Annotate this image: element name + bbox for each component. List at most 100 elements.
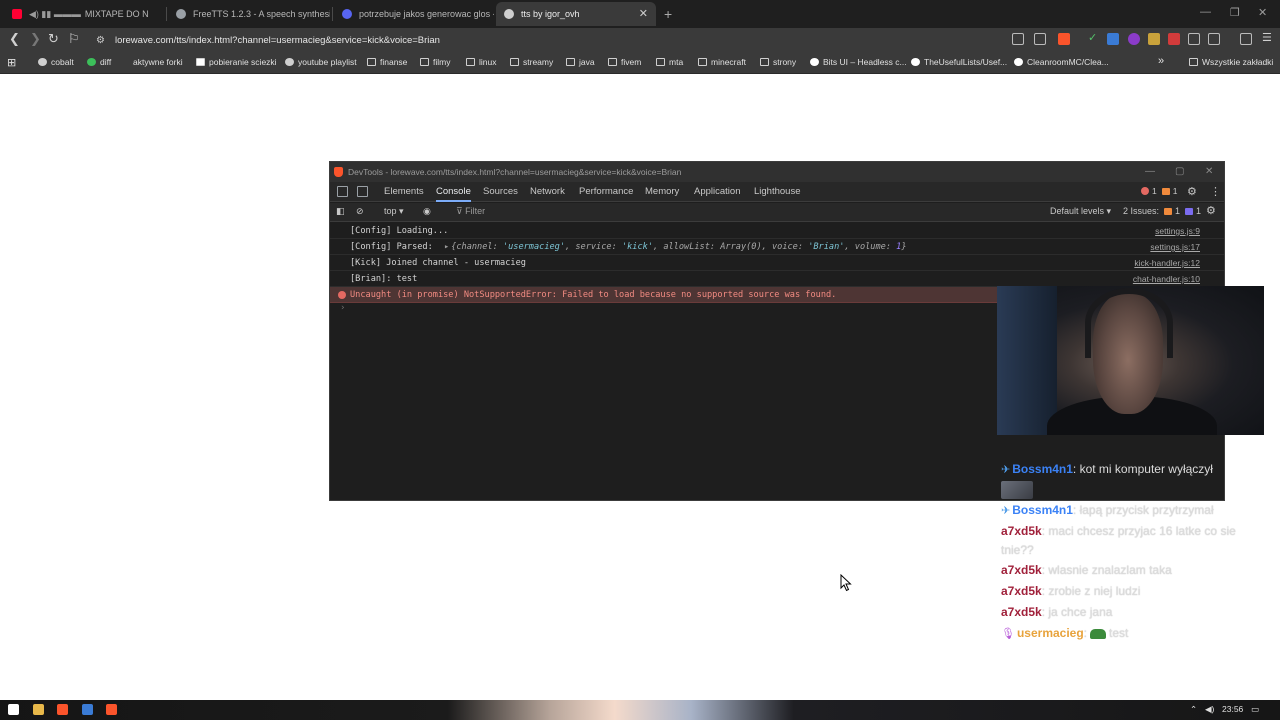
error-warning-counter[interactable]: 1 1 <box>1141 186 1177 196</box>
bookmark-finanse[interactable]: finanse <box>367 57 407 67</box>
clock[interactable]: 23:56 <box>1222 704 1243 714</box>
sidebar-toggle-icon[interactable]: ◧ <box>336 206 345 217</box>
bookmark-mta[interactable]: mta <box>656 57 683 67</box>
minimize-icon[interactable]: — <box>1145 166 1155 177</box>
cobalt-icon <box>38 58 47 66</box>
context-selector[interactable]: top ▾ <box>384 206 404 217</box>
expand-triangle-icon[interactable]: ▸ <box>444 242 449 252</box>
extension-icon[interactable] <box>1148 33 1160 45</box>
brave-shields-icon[interactable] <box>1058 33 1070 45</box>
chat-username: Bossm4n1 <box>1012 503 1073 517</box>
share-icon[interactable] <box>1034 33 1046 45</box>
bookmark-bits-ui[interactable]: Bits UI – Headless c... <box>810 57 907 67</box>
volume-icon[interactable]: ◀) <box>1205 704 1214 715</box>
wallet-icon[interactable] <box>1240 33 1252 45</box>
more-options-icon[interactable]: ⋮ <box>1210 182 1221 202</box>
tab-tts[interactable]: tts by igor_ovh ✕ <box>496 2 656 26</box>
console-settings-icon[interactable]: ⚙ <box>1206 204 1216 217</box>
filter-input[interactable]: ⊽ Filter <box>456 206 485 217</box>
notifications-icon[interactable]: ▭ <box>1251 704 1259 715</box>
tab-memory[interactable]: Memory <box>645 182 679 202</box>
bookmark-diff[interactable]: diff <box>87 57 111 67</box>
more-bookmarks-icon[interactable]: » <box>1158 55 1164 67</box>
start-windows-icon[interactable] <box>8 704 19 715</box>
pin-badge-icon: ✈ <box>1001 505 1011 517</box>
bookmark-youtube-playlist[interactable]: youtube playlist <box>285 57 357 67</box>
chat-message: 🎙 usermacieg: test <box>1001 626 1129 640</box>
brave-browser-icon[interactable] <box>106 704 117 715</box>
close-window-icon[interactable]: ✕ <box>1258 6 1267 19</box>
chat-message: a7xd5k: zrobie z niej ludzi <box>1001 582 1261 601</box>
tab-discord[interactable]: potrzebuje jakos generowac glos - D <box>334 2 494 26</box>
extensions-puzzle-icon[interactable] <box>1188 33 1200 45</box>
brave-browser-icon[interactable] <box>57 704 68 715</box>
tab-title: MIXTAPE DO N <box>84 9 149 19</box>
folder-icon <box>566 58 575 66</box>
bookmark-usefullists[interactable]: TheUsefulLists/Usef... <box>911 57 1007 67</box>
youtube-icon <box>12 9 22 19</box>
extension-icon[interactable] <box>1128 33 1140 45</box>
reload-icon[interactable]: ↻ <box>48 31 59 47</box>
close-tab-icon[interactable]: ✕ <box>639 7 648 20</box>
console-message: [Kick] Joined channel - usermacieg kick-… <box>330 255 1224 271</box>
close-window-icon[interactable]: ✕ <box>1205 166 1213 177</box>
check-extension-icon[interactable]: ✓ <box>1088 31 1100 44</box>
source-link[interactable]: kick-handler.js:12 <box>1134 255 1200 271</box>
back-icon[interactable]: ❮ <box>9 31 20 47</box>
translate-icon[interactable] <box>1012 33 1024 45</box>
bookmark-pobieranie-sciezki[interactable]: pobieranie sciezki <box>196 57 277 67</box>
forward-icon[interactable]: ❯ <box>30 31 41 47</box>
bookmark-streamy[interactable]: streamy <box>510 57 553 67</box>
tab-network[interactable]: Network <box>530 182 565 202</box>
clear-console-icon[interactable]: ⊘ <box>356 206 364 217</box>
bookmark-filmy[interactable]: filmy <box>420 57 450 67</box>
tab-lighthouse[interactable]: Lighthouse <box>754 182 800 202</box>
tab-freetts[interactable]: FreeTTS 1.2.3 - A speech synthesizer <box>168 2 330 26</box>
maximize-icon[interactable]: ❐ <box>1230 6 1240 19</box>
inspect-element-icon[interactable] <box>337 186 348 197</box>
bookmark-icon[interactable]: ⚐ <box>68 31 80 47</box>
bookmark-fivem[interactable]: fivem <box>608 57 641 67</box>
extension-icon[interactable] <box>1168 33 1180 45</box>
app-icon[interactable] <box>82 704 93 715</box>
devtools-titlebar: DevTools - lorewave.com/tts/index.html?c… <box>330 162 1224 182</box>
minimize-icon[interactable]: — <box>1200 6 1211 18</box>
device-toolbar-icon[interactable] <box>357 186 368 197</box>
tab-console[interactable]: Console <box>436 182 471 202</box>
github-icon <box>1014 58 1023 66</box>
tab-application[interactable]: Application <box>694 182 740 202</box>
all-bookmarks-folder[interactable]: Wszystkie zakładki <box>1189 57 1273 67</box>
bookmark-cleanroommc[interactable]: CleanroomMC/Clea... <box>1014 57 1109 67</box>
bookmark-cobalt[interactable]: cobalt <box>38 57 74 67</box>
issues-counter[interactable]: 2 Issues: 1 1 <box>1123 206 1201 216</box>
sidebar-icon[interactable] <box>1208 33 1220 45</box>
file-explorer-icon[interactable] <box>33 704 44 715</box>
maximize-icon[interactable]: ▢ <box>1175 166 1184 177</box>
browser-toolbar: ❮ ❯ ↻ ⚐ ⚙ lorewave.com/tts/index.html?ch… <box>0 28 1280 52</box>
log-levels-dropdown[interactable]: Default levels ▾ <box>1050 206 1111 217</box>
new-tab-icon[interactable]: + <box>664 6 672 22</box>
source-link[interactable]: settings.js:9 <box>1155 223 1200 239</box>
apps-grid-icon[interactable]: ⊞ <box>7 56 16 69</box>
tab-sources[interactable]: Sources <box>483 182 518 202</box>
extension-icon[interactable] <box>1107 33 1119 45</box>
tab-performance[interactable]: Performance <box>579 182 633 202</box>
source-link[interactable]: settings.js:17 <box>1150 239 1200 255</box>
tab-mixtape[interactable]: ◀) ▮▮ ▬▬▬ MIXTAPE DO N <box>4 2 164 26</box>
bookmark-aktywne-forki[interactable]: aktywne forki <box>125 57 183 67</box>
tray-chevron-icon[interactable]: ⌃ <box>1190 704 1197 715</box>
tab-elements[interactable]: Elements <box>384 182 424 202</box>
settings-gear-icon[interactable]: ⚙ <box>1187 182 1197 202</box>
console-prompt-icon[interactable]: › <box>340 303 345 313</box>
live-expression-eye-icon[interactable]: ◉ <box>423 206 431 217</box>
menu-icon[interactable]: ☰ <box>1262 31 1272 44</box>
bookmark-strony[interactable]: strony <box>760 57 796 67</box>
bookmark-minecraft[interactable]: minecraft <box>698 57 746 67</box>
bookmark-java[interactable]: java <box>566 57 595 67</box>
bookmarks-bar: ⊞ cobalt diff aktywne forki pobieranie s… <box>0 52 1280 74</box>
bookmark-linux[interactable]: linux <box>466 57 496 67</box>
chat-text: : kot mi komputer wyłączył <box>1072 462 1213 476</box>
address-bar[interactable]: ⚙ lorewave.com/tts/index.html?channel=us… <box>88 29 988 51</box>
site-info-icon[interactable]: ⚙ <box>96 35 105 46</box>
source-link[interactable]: chat-handler.js:10 <box>1133 271 1200 287</box>
